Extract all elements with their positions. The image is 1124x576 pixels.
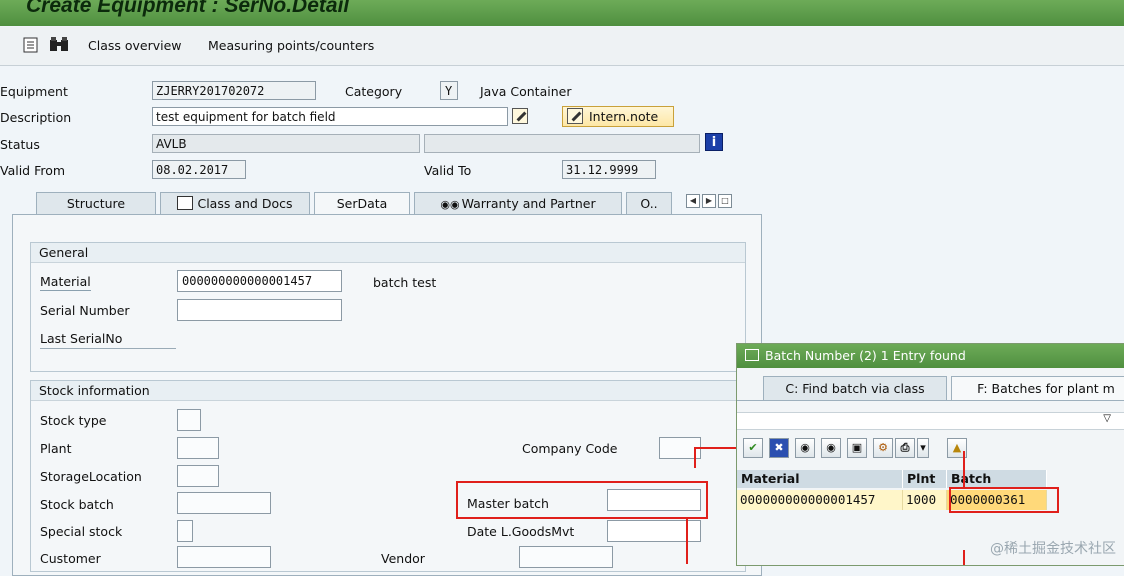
window-title-bar: Create Equipment : SerNo.Detail bbox=[0, 0, 1124, 26]
settings-icon[interactable]: ⚙ bbox=[873, 438, 893, 458]
row-material[interactable]: 000000000000001457 bbox=[737, 490, 903, 510]
highlight-connector bbox=[963, 451, 965, 487]
special-stock-label: Special stock bbox=[40, 524, 123, 539]
category-field[interactable]: Y bbox=[440, 81, 458, 100]
edit-icon bbox=[567, 108, 583, 124]
watermark: @稀土掘金技术社区 bbox=[990, 541, 1116, 557]
print-icon[interactable]: ⎙ bbox=[895, 438, 915, 458]
accept-icon[interactable]: ✔ bbox=[743, 438, 763, 458]
tab-find-batch-label: C: Find batch via class bbox=[785, 381, 925, 396]
stock-type-field[interactable] bbox=[177, 409, 201, 431]
stock-type-label: Stock type bbox=[40, 413, 107, 428]
general-group-title: General bbox=[31, 243, 745, 263]
application-toolbar: Class overview Measuring points/counters bbox=[0, 27, 1124, 66]
tab-list-icon[interactable]: □ bbox=[718, 194, 732, 208]
highlight-connector bbox=[963, 550, 965, 565]
tab-batches-label: F: Batches for plant m bbox=[977, 381, 1115, 396]
company-code-label: Company Code bbox=[522, 441, 618, 456]
tab-structure-label: Structure bbox=[66, 196, 126, 211]
divider bbox=[737, 400, 1124, 401]
status-label: Status bbox=[0, 137, 40, 152]
category-text: Java Container bbox=[480, 84, 572, 99]
stock-information-title: Stock information bbox=[31, 381, 745, 401]
info-icon[interactable]: i bbox=[705, 133, 723, 151]
material-description: batch test bbox=[373, 275, 437, 290]
divider bbox=[40, 348, 176, 349]
tab-find-batch-via-class[interactable]: C: Find batch via class bbox=[763, 376, 947, 400]
stock-batch-label: Stock batch bbox=[40, 497, 114, 512]
serial-number-label: Serial Number bbox=[40, 303, 130, 318]
description-field[interactable]: test equipment for batch field bbox=[152, 107, 508, 126]
tab-serdata[interactable]: SerData bbox=[314, 192, 410, 215]
tab-batches-for-plant[interactable]: F: Batches for plant m bbox=[951, 376, 1124, 400]
special-stock-field[interactable] bbox=[177, 520, 193, 542]
category-label: Category bbox=[345, 84, 403, 99]
tab-warranty-and-partner[interactable]: ◉◉ Warranty and Partner bbox=[414, 192, 622, 214]
intern-note-button[interactable]: Intern.note bbox=[562, 106, 674, 127]
find-next-icon[interactable]: ◉ bbox=[821, 438, 841, 458]
binoculars-icon[interactable] bbox=[48, 36, 70, 54]
binoculars-icon: ◉◉ bbox=[440, 198, 460, 211]
status-field: AVLB bbox=[152, 134, 420, 153]
popup-title-bar: Batch Number (2) 1 Entry found bbox=[737, 344, 1124, 368]
class-icon bbox=[177, 196, 194, 210]
description-label: Description bbox=[0, 110, 72, 125]
batch-number-popup: Batch Number (2) 1 Entry found C: Find b… bbox=[736, 343, 1124, 566]
tab-other-label: O.. bbox=[640, 196, 658, 211]
edit-long-text-icon[interactable] bbox=[512, 108, 528, 124]
date-goods-movement-label: Date L.GoodsMvt bbox=[467, 524, 575, 539]
measuring-points-button[interactable]: Measuring points/counters bbox=[208, 38, 374, 53]
valid-from-label: Valid From bbox=[0, 163, 66, 178]
plant-field[interactable] bbox=[177, 437, 219, 459]
equipment-field[interactable]: ZJERRY201702072 bbox=[152, 81, 316, 100]
tab-other[interactable]: O.. bbox=[626, 192, 672, 214]
general-group: General bbox=[30, 242, 746, 372]
column-header-material[interactable]: Material bbox=[737, 470, 903, 488]
select-all-icon[interactable]: ▣ bbox=[847, 438, 867, 458]
equipment-label: Equipment bbox=[0, 84, 68, 99]
tab-scroll-left-icon[interactable]: ◀ bbox=[686, 194, 700, 208]
plant-label: Plant bbox=[40, 441, 72, 456]
highlight-connector bbox=[694, 448, 696, 468]
stock-batch-field[interactable] bbox=[177, 492, 271, 514]
find-icon[interactable]: ◉ bbox=[795, 438, 815, 458]
material-field[interactable]: 000000000000001457 bbox=[177, 270, 342, 292]
storage-location-field[interactable] bbox=[177, 465, 219, 487]
tab-serdata-label: SerData bbox=[336, 196, 388, 211]
window-icon bbox=[745, 349, 759, 361]
filter-icon[interactable]: ▽ bbox=[1103, 413, 1111, 424]
valid-to-field[interactable]: 31.12.9999 bbox=[562, 160, 656, 179]
storage-location-label: StorageLocation bbox=[40, 469, 142, 484]
row-plant[interactable]: 1000 bbox=[903, 490, 947, 510]
tab-class-and-docs-label: Class and Docs bbox=[197, 196, 293, 211]
valid-from-field[interactable]: 08.02.2017 bbox=[152, 160, 246, 179]
column-header-plant[interactable]: Plnt bbox=[903, 470, 947, 488]
master-batch-highlight bbox=[456, 481, 708, 519]
column-header-batch[interactable]: Batch bbox=[947, 470, 1047, 488]
dropdown-icon[interactable]: ▾ bbox=[917, 438, 929, 458]
tab-structure[interactable]: Structure bbox=[36, 192, 156, 214]
tab-warranty-and-partner-label: Warranty and Partner bbox=[461, 196, 596, 211]
serial-number-field[interactable] bbox=[177, 299, 342, 321]
document-list-icon[interactable] bbox=[22, 36, 40, 54]
tab-scroll-right-icon[interactable]: ▶ bbox=[702, 194, 716, 208]
filter-bar[interactable]: ▽ bbox=[737, 412, 1124, 430]
highlight-connector bbox=[686, 519, 688, 564]
tab-class-and-docs[interactable]: Class and Docs bbox=[160, 192, 310, 214]
customer-field[interactable] bbox=[177, 546, 271, 568]
last-serialno-label: Last SerialNo bbox=[40, 331, 123, 346]
cancel-icon[interactable]: ✖ bbox=[769, 438, 789, 458]
status-user-field bbox=[424, 134, 700, 153]
vendor-field[interactable] bbox=[519, 546, 613, 568]
popup-title: Batch Number (2) 1 Entry found bbox=[765, 348, 966, 363]
intern-note-label: Intern.note bbox=[589, 109, 659, 124]
batch-highlight bbox=[949, 487, 1059, 513]
material-label[interactable]: Material bbox=[40, 274, 91, 291]
class-overview-button[interactable]: Class overview bbox=[88, 38, 182, 53]
valid-to-label: Valid To bbox=[424, 163, 472, 178]
window-title: Create Equipment : SerNo.Detail bbox=[26, 0, 350, 17]
